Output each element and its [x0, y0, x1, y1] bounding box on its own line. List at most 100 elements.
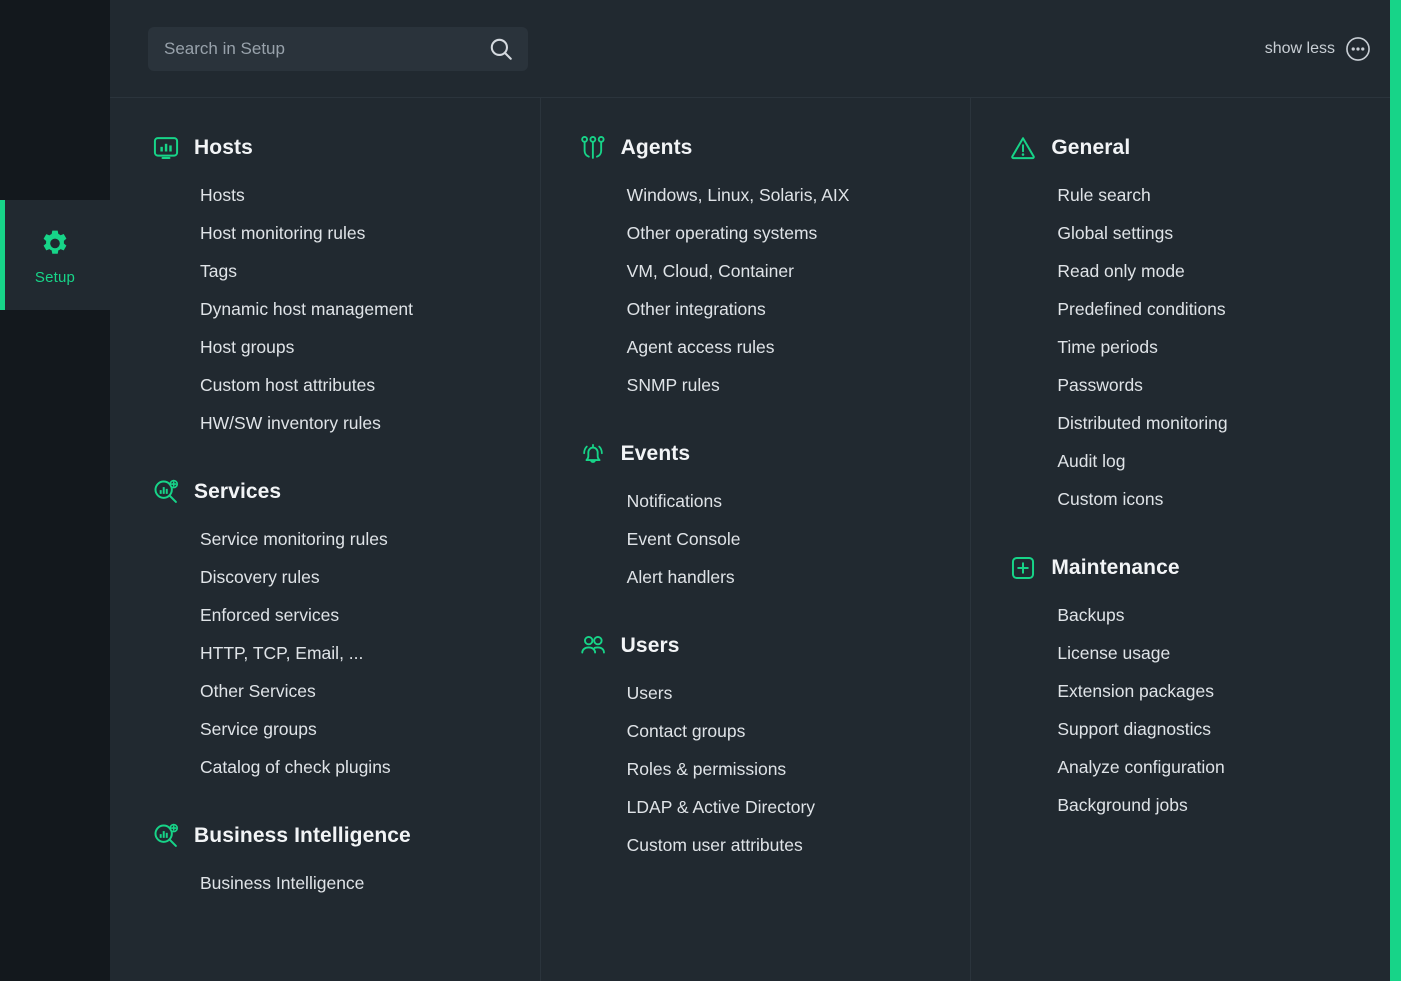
gear-icon	[38, 225, 72, 259]
search-icon[interactable]	[488, 36, 514, 62]
agents-circuit-icon	[579, 134, 607, 162]
list-item[interactable]: Other operating systems	[627, 214, 951, 252]
service-search-plus-icon	[152, 478, 180, 506]
topbar: show less	[110, 0, 1401, 98]
list-item[interactable]: Service groups	[200, 710, 520, 748]
group-list-users: Users Contact groups Roles & permissions…	[579, 674, 951, 864]
group-header-services[interactable]: Services	[152, 478, 520, 506]
ellipsis-circle-icon[interactable]	[1345, 36, 1371, 62]
service-search-plus-icon	[152, 822, 180, 850]
list-item[interactable]: Notifications	[627, 482, 951, 520]
list-item[interactable]: Support diagnostics	[1057, 710, 1381, 748]
list-item[interactable]: Read only mode	[1057, 252, 1381, 290]
sidebar-item-setup[interactable]: Setup	[0, 200, 110, 310]
list-item[interactable]: Time periods	[1057, 328, 1381, 366]
search-box[interactable]	[148, 26, 528, 71]
list-item[interactable]: Custom host attributes	[200, 366, 520, 404]
group-list-services: Service monitoring rules Discovery rules…	[152, 520, 520, 786]
group-header-events[interactable]: Events	[579, 440, 951, 468]
group-services: Services Service monitoring rules Discov…	[152, 478, 520, 786]
group-title: Events	[620, 442, 691, 465]
group-title: Hosts	[194, 136, 253, 159]
setup-column-1: Hosts Hosts Host monitoring rules Tags D…	[110, 98, 540, 981]
warning-triangle-icon	[1009, 134, 1037, 162]
list-item[interactable]: Tags	[200, 252, 520, 290]
list-item[interactable]: Other integrations	[627, 290, 951, 328]
list-item[interactable]: Other Services	[200, 672, 520, 710]
scrollbar-thumb[interactable]	[1390, 0, 1401, 981]
scrollbar-track[interactable]	[1390, 0, 1401, 981]
group-list-events: Notifications Event Console Alert handle…	[579, 482, 951, 596]
list-item[interactable]: Analyze configuration	[1057, 748, 1381, 786]
list-item[interactable]: Dynamic host management	[200, 290, 520, 328]
sidebar: Setup	[0, 0, 110, 981]
list-item[interactable]: Background jobs	[1057, 786, 1381, 824]
list-item[interactable]: Backups	[1057, 596, 1381, 634]
group-header-business-intelligence[interactable]: Business Intelligence	[152, 822, 520, 850]
group-hosts: Hosts Hosts Host monitoring rules Tags D…	[152, 134, 520, 442]
list-item[interactable]: Agent access rules	[627, 328, 951, 366]
setup-columns: Hosts Hosts Host monitoring rules Tags D…	[110, 98, 1401, 981]
list-item[interactable]: Discovery rules	[200, 558, 520, 596]
list-item[interactable]: Custom icons	[1057, 480, 1381, 518]
group-title: Business Intelligence	[194, 824, 411, 847]
group-title: Maintenance	[1051, 556, 1180, 579]
group-title: Users	[620, 634, 680, 657]
group-general: General Rule search Global settings Read…	[1009, 134, 1381, 518]
list-item[interactable]: Global settings	[1057, 214, 1381, 252]
list-item[interactable]: Predefined conditions	[1057, 290, 1381, 328]
list-item[interactable]: Passwords	[1057, 366, 1381, 404]
list-item[interactable]: Extension packages	[1057, 672, 1381, 710]
group-title: Agents	[620, 136, 693, 159]
list-item[interactable]: LDAP & Active Directory	[627, 788, 951, 826]
list-item[interactable]: Audit log	[1057, 442, 1381, 480]
list-item[interactable]: HW/SW inventory rules	[200, 404, 520, 442]
sidebar-item-label: Setup	[34, 268, 76, 286]
list-item[interactable]: SNMP rules	[627, 366, 951, 404]
list-item[interactable]: Event Console	[627, 520, 951, 558]
active-indicator	[0, 200, 5, 310]
group-header-general[interactable]: General	[1009, 134, 1381, 162]
list-item[interactable]: Windows, Linux, Solaris, AIX	[627, 176, 951, 214]
list-item[interactable]: License usage	[1057, 634, 1381, 672]
list-item[interactable]: Host groups	[200, 328, 520, 366]
group-list-business-intelligence: Business Intelligence	[152, 864, 520, 902]
list-item[interactable]: Service monitoring rules	[200, 520, 520, 558]
group-title: General	[1051, 136, 1131, 159]
group-header-maintenance[interactable]: Maintenance	[1009, 554, 1381, 582]
group-list-hosts: Hosts Host monitoring rules Tags Dynamic…	[152, 176, 520, 442]
group-header-agents[interactable]: Agents	[579, 134, 951, 162]
list-item[interactable]: Enforced services	[200, 596, 520, 634]
list-item[interactable]: Users	[627, 674, 951, 712]
list-item[interactable]: Distributed monitoring	[1057, 404, 1381, 442]
group-business-intelligence: Business Intelligence Business Intellige…	[152, 822, 520, 902]
list-item[interactable]: Roles & permissions	[627, 750, 951, 788]
show-less-toggle[interactable]: show less	[1265, 36, 1371, 62]
list-item[interactable]: HTTP, TCP, Email, ...	[200, 634, 520, 672]
plus-square-icon	[1009, 554, 1037, 582]
bell-icon	[579, 440, 607, 468]
group-header-hosts[interactable]: Hosts	[152, 134, 520, 162]
list-item[interactable]: Contact groups	[627, 712, 951, 750]
group-header-users[interactable]: Users	[579, 632, 951, 660]
group-agents: Agents Windows, Linux, Solaris, AIX Othe…	[579, 134, 951, 404]
list-item[interactable]: Alert handlers	[627, 558, 951, 596]
list-item[interactable]: Rule search	[1057, 176, 1381, 214]
setup-page: Setup show less	[0, 0, 1401, 981]
main-panel: show less	[110, 0, 1401, 981]
group-events: Events Notifications Event Console Alert…	[579, 440, 951, 596]
group-title: Services	[194, 480, 282, 503]
list-item[interactable]: Hosts	[200, 176, 520, 214]
show-less-label: show less	[1264, 39, 1335, 57]
group-maintenance: Maintenance Backups License usage Extens…	[1009, 554, 1381, 824]
list-item[interactable]: Host monitoring rules	[200, 214, 520, 252]
group-list-general: Rule search Global settings Read only mo…	[1009, 176, 1381, 518]
list-item[interactable]: Custom user attributes	[627, 826, 951, 864]
list-item[interactable]: Catalog of check plugins	[200, 748, 520, 786]
list-item[interactable]: Business Intelligence	[200, 864, 520, 902]
users-icon	[579, 632, 607, 660]
setup-column-2: Agents Windows, Linux, Solaris, AIX Othe…	[539, 98, 971, 981]
list-item[interactable]: VM, Cloud, Container	[627, 252, 951, 290]
group-users: Users Users Contact groups Roles & permi…	[579, 632, 951, 864]
search-input[interactable]	[164, 38, 480, 59]
